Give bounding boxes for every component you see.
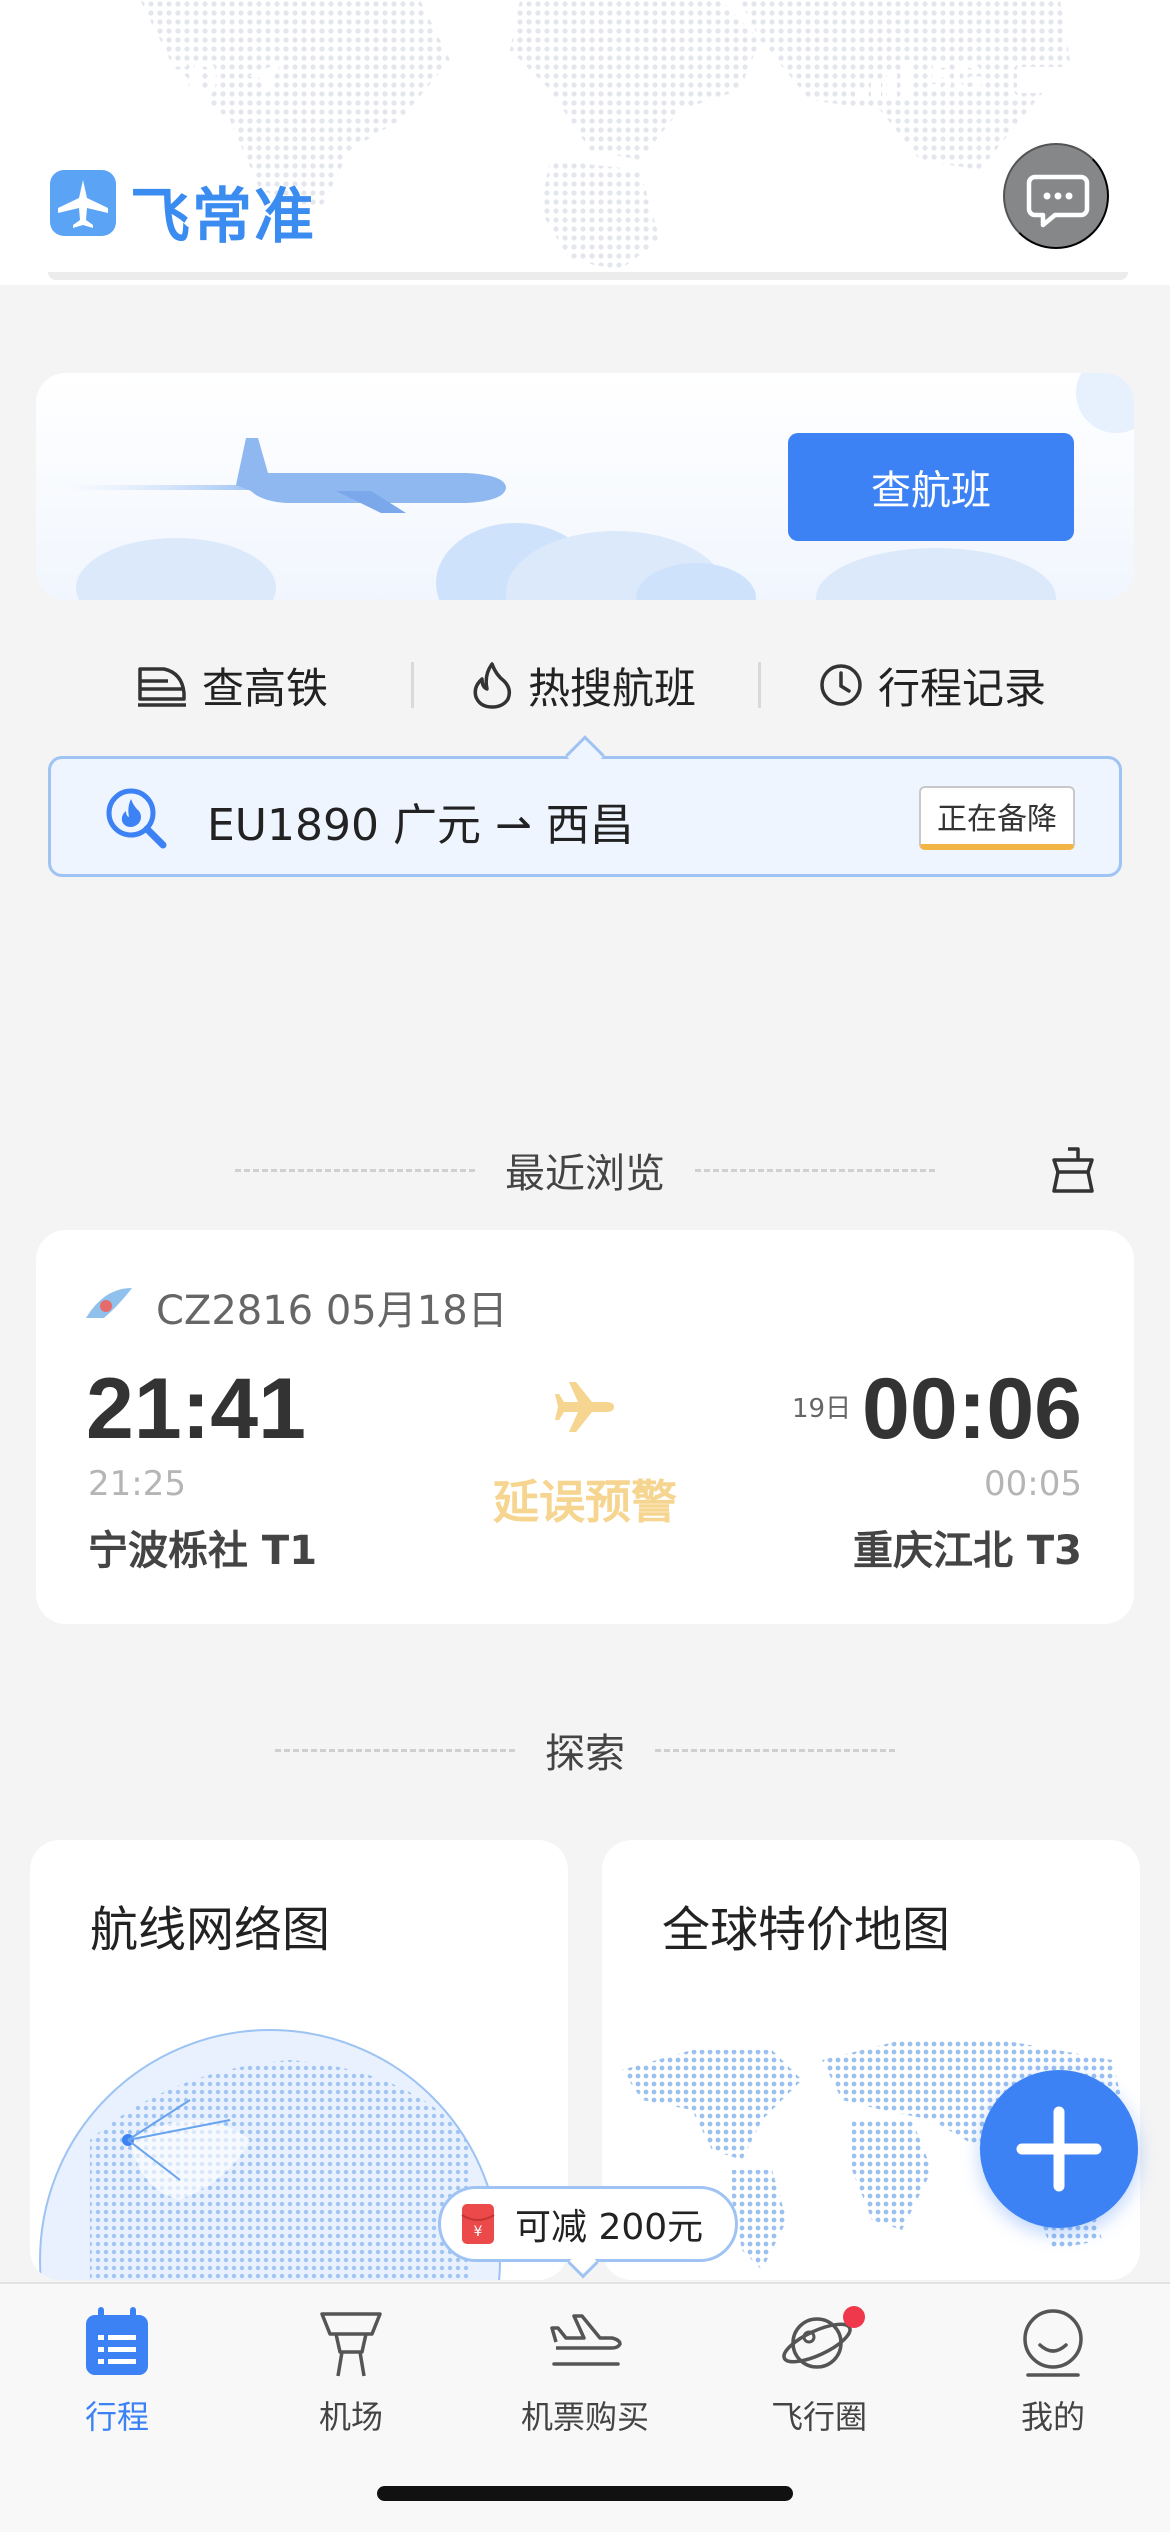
- header-divider: [48, 272, 1128, 280]
- section-title: 最近浏览: [505, 1151, 665, 1197]
- hot-search-icon: [106, 788, 167, 849]
- recent-section-header: 最近浏览: [0, 1140, 1170, 1200]
- tab-mine[interactable]: 我的: [936, 2298, 1170, 2448]
- tab-label: 机场: [318, 2398, 383, 2436]
- tab-label: 行程: [84, 2398, 149, 2436]
- card-title: 全球特价地图: [662, 1902, 951, 1958]
- separator: [758, 662, 761, 708]
- section-title: 探索: [545, 1731, 625, 1777]
- battery-icon: [1010, 60, 1087, 100]
- coupon-tooltip[interactable]: ¥ 可减 200元: [438, 2186, 738, 2262]
- svg-text:¥: ¥: [474, 2224, 483, 2240]
- flight-search-banner: 查航班: [36, 373, 1134, 600]
- divider: [695, 1168, 935, 1172]
- header: 20:50 5G 飞常准: [0, 0, 1170, 285]
- coupon-text: 可减 200元: [515, 2207, 704, 2248]
- status-time: 20:50: [90, 51, 218, 107]
- planned-arrival-time: 00:05: [984, 1464, 1082, 1504]
- chat-bubble-icon: [1026, 174, 1090, 228]
- divider: [655, 1748, 895, 1752]
- smiley-icon: [1023, 2309, 1083, 2377]
- departure-time: 21:41: [86, 1361, 306, 1457]
- home-indicator: [377, 2486, 793, 2501]
- quick-link-label: 查高铁: [202, 663, 329, 713]
- plane-ticket-icon: [550, 2314, 622, 2366]
- quick-link-label: 行程记录: [878, 663, 1047, 713]
- tab-itinerary[interactable]: 行程: [0, 2298, 234, 2448]
- app-logo-icon: [50, 170, 116, 236]
- divider: [235, 1168, 475, 1172]
- notification-dot: [843, 2306, 865, 2328]
- app-name: 飞常准: [130, 182, 316, 252]
- airline-logo-icon: [86, 1288, 132, 1318]
- status-bar: 20:50 5G: [0, 40, 1170, 120]
- quick-link-hot-flights[interactable]: 热搜航班: [470, 640, 696, 730]
- arrival-time: 00:06: [862, 1361, 1082, 1457]
- flight-number-date: CZ2816 05月18日: [156, 1288, 508, 1334]
- arrival-airport: 重庆江北 T3: [852, 1528, 1082, 1574]
- tab-label: 机票购买: [520, 2398, 649, 2436]
- tab-label: 飞行圈: [770, 2398, 867, 2436]
- arrival-day: 19日: [792, 1394, 852, 1424]
- hot-flight-text: EU1890 广元 ⇀ 西昌: [207, 800, 634, 851]
- network-type: 5G: [930, 56, 984, 100]
- recent-flight-card[interactable]: CZ2816 05月18日 21:41 21:25 宁波栎社 T1 延误预警 1…: [36, 1230, 1134, 1624]
- quick-link-train[interactable]: 查高铁: [136, 640, 328, 730]
- divider: [275, 1748, 515, 1752]
- clear-history-icon[interactable]: [1048, 1146, 1098, 1194]
- red-envelope-icon: ¥: [461, 2204, 495, 2244]
- airplane-icon: [555, 1382, 614, 1432]
- plus-icon: [1016, 2106, 1102, 2192]
- tab-flying-circle[interactable]: 飞行圈: [702, 2298, 936, 2448]
- separator: [411, 662, 414, 708]
- tab-buy-tickets[interactable]: 机票购买: [468, 2298, 702, 2448]
- status-badge: 正在备降: [919, 786, 1075, 850]
- quick-link-history[interactable]: 行程记录: [818, 640, 1046, 730]
- location-arrow-icon: [249, 62, 281, 94]
- tab-airport[interactable]: 机场: [234, 2298, 468, 2448]
- flame-icon: [473, 662, 512, 709]
- clock-icon: [820, 664, 862, 706]
- signal-icon: [855, 60, 913, 100]
- add-trip-button[interactable]: [980, 2070, 1138, 2228]
- quick-link-label: 热搜航班: [528, 663, 697, 713]
- control-tower-icon: [320, 2312, 382, 2377]
- train-icon: [138, 667, 186, 707]
- calendar-list-icon: [86, 2307, 148, 2375]
- tab-label: 我的: [1020, 2398, 1085, 2436]
- explore-section-header: 探索: [0, 1720, 1170, 1780]
- search-flight-button[interactable]: 查航班: [788, 433, 1074, 541]
- message-button[interactable]: [1003, 143, 1109, 249]
- quick-links: 查高铁 热搜航班 行程记录: [36, 640, 1134, 730]
